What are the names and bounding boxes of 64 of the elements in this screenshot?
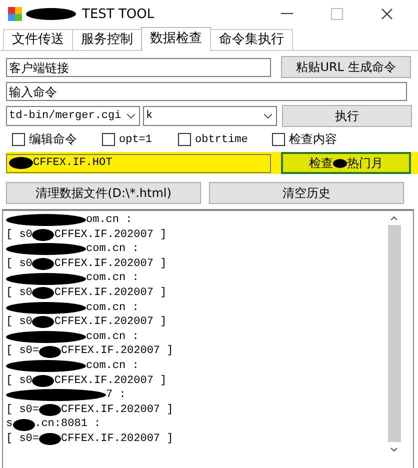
caret-icon — [127, 114, 135, 118]
log-text: CFFEX.IF.202007 ] — [54, 286, 167, 301]
minimize-icon[interactable] — [281, 13, 293, 15]
log-text: [ s0= — [6, 402, 40, 418]
window-title: TEST TOOL — [82, 6, 154, 22]
redaction-mark — [32, 258, 54, 270]
log-text: om.cn : — [86, 213, 132, 228]
checkbox[interactable] — [272, 133, 285, 146]
checkbox-label: opt=1 — [119, 134, 152, 146]
log-text: CFFEX.IF.202007 ] — [54, 256, 167, 272]
checkbox-label: obtrtime — [195, 134, 248, 146]
log-text: 7 : — [106, 388, 126, 403]
close-icon[interactable] — [381, 8, 393, 20]
log-text: CFFEX.IF.202007 ] — [61, 402, 174, 418]
tab[interactable]: 数据检查 — [141, 27, 211, 51]
checkbox-label: 编辑命令 — [29, 131, 77, 148]
input-field[interactable]: 输入命令 — [6, 82, 407, 101]
log-text: [ s0 — [6, 256, 32, 272]
paste-button[interactable]: 粘贴URL 生成命令 — [281, 56, 411, 78]
log-text: [ s0 — [6, 228, 32, 242]
checkbox-label: 检查内容 — [289, 131, 337, 148]
redaction-mark — [32, 287, 54, 300]
redaction-mark — [39, 433, 62, 446]
tab[interactable]: 命令集执行 — [210, 29, 293, 50]
clear-history-button[interactable]: 清空历史 — [209, 182, 404, 204]
log-text: .cn:8081 : — [34, 417, 101, 432]
execute-button[interactable]: 执行 — [282, 105, 412, 127]
log-text: [ s0 — [6, 315, 32, 330]
log-text: com.cn : — [86, 271, 139, 286]
log-text: com.cn : — [86, 330, 139, 344]
clear-files-button[interactable]: 清理数据文件(D:\*.html) — [6, 182, 201, 204]
log-text: CFFEX.IF.202007 ] — [54, 374, 167, 388]
redaction-mark — [9, 157, 33, 169]
log-text: CFFEX.IF.202007 ] — [54, 315, 167, 330]
log-text: s — [6, 417, 13, 432]
redaction-mark — [32, 316, 54, 328]
caret-icon — [264, 114, 272, 118]
check-hot-month-button[interactable]: 检查 热门月 — [281, 152, 411, 174]
redaction-mark — [32, 228, 54, 241]
checkbox[interactable] — [12, 133, 25, 146]
log-text: com.cn : — [86, 358, 139, 374]
log-text: com.cn : — [86, 242, 139, 257]
input-field[interactable]: CFFEX.IF.HOT — [6, 154, 271, 172]
redaction-mark — [39, 346, 62, 358]
dropdown[interactable]: k — [143, 106, 277, 126]
dropdown[interactable]: td-bin/merger.cgi — [6, 106, 140, 126]
app-icon — [8, 7, 22, 21]
tab[interactable]: 文件传送 — [3, 29, 73, 50]
input-field[interactable]: 客户端链接 — [6, 58, 271, 76]
log-text: [ s0= — [6, 432, 40, 446]
log-text: [ s0 — [6, 374, 32, 388]
redaction-mark — [32, 374, 54, 387]
log-text: com.cn : — [86, 300, 139, 316]
log-text: [ s0= — [6, 344, 40, 359]
checkbox[interactable] — [102, 133, 115, 146]
redaction-mark — [39, 404, 62, 416]
redaction-mark — [26, 8, 76, 20]
checkbox[interactable] — [178, 133, 191, 146]
redaction-mark — [333, 158, 347, 168]
log-text: [ s0 — [6, 286, 32, 301]
log-text: CFFEX.IF.202007 ] — [54, 228, 167, 242]
log-text: CFFEX.IF.202007 ] — [61, 432, 174, 446]
redaction-mark — [12, 418, 35, 431]
log-text: CFFEX.IF.202007 ] — [61, 344, 174, 359]
